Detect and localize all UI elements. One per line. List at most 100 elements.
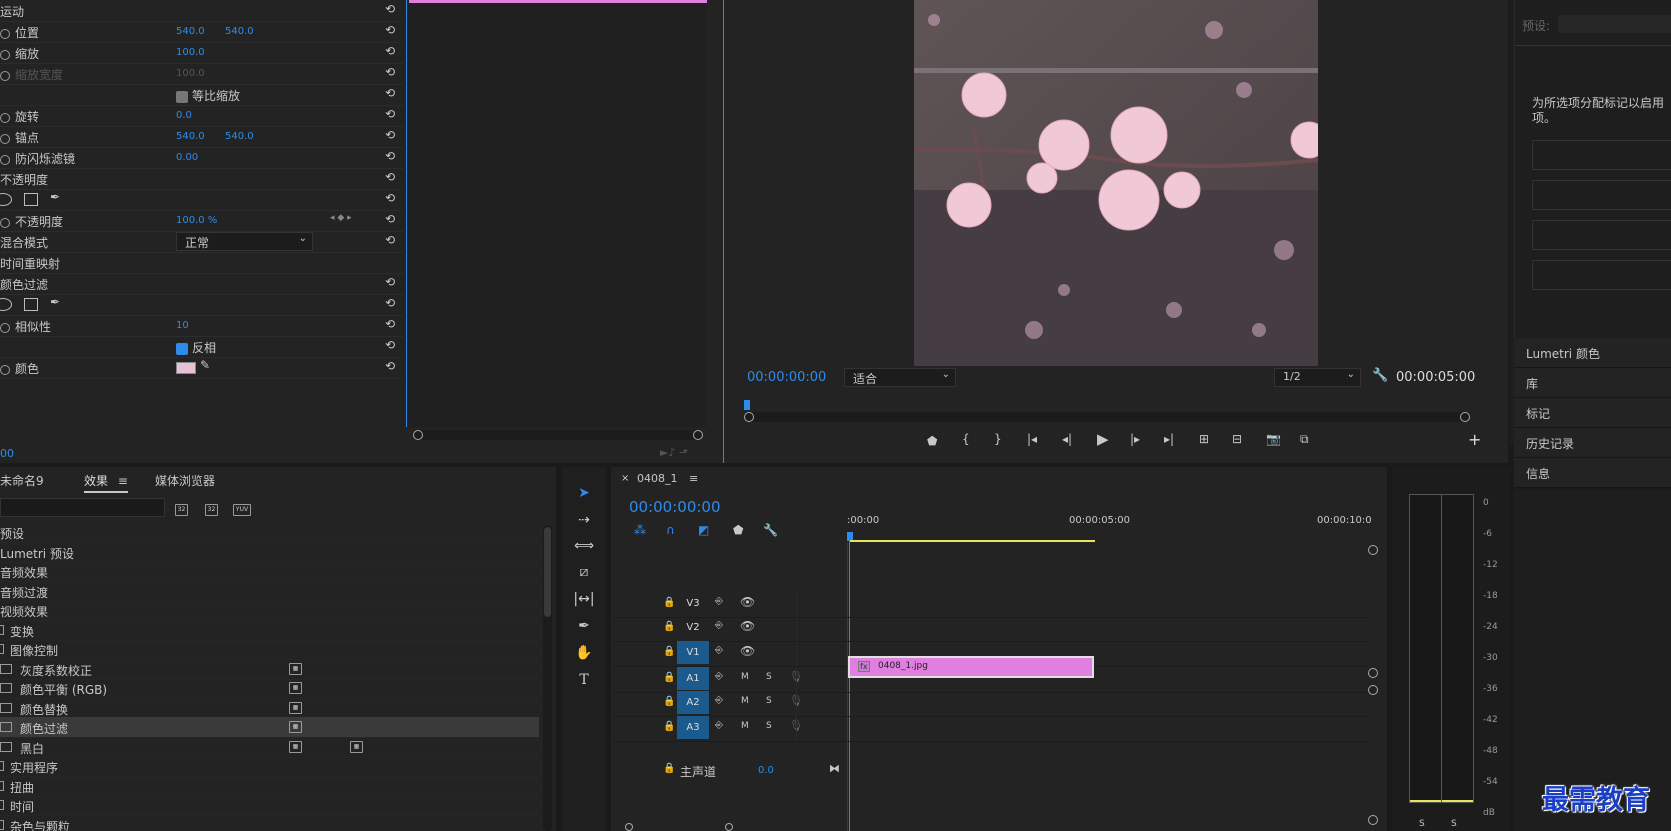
effect-list-item[interactable]: 颜色过滤 ▦ — [0, 717, 539, 738]
preset-field[interactable] — [1558, 15, 1671, 33]
sequence-tab[interactable]: 0408_1 ≡ — [637, 472, 698, 485]
effect-list-item[interactable]: 颜色替换 ▦ — [0, 698, 539, 719]
solo-button[interactable]: S — [766, 672, 772, 682]
ellipse-mask-icon[interactable] — [0, 298, 12, 311]
sync-lock-icon[interactable]: ⎆ — [715, 671, 723, 682]
lock-icon[interactable]: 🔒 — [663, 621, 675, 632]
tab-project[interactable]: 未命名9 — [0, 472, 44, 489]
ellipse-mask-icon[interactable] — [0, 193, 12, 206]
selection-tool-icon[interactable]: ➤ — [573, 485, 595, 505]
solo-left-button[interactable]: S — [1419, 819, 1425, 829]
effect-value-2[interactable]: 540.0 — [225, 131, 254, 142]
menu-icon[interactable]: ≡ — [689, 472, 698, 485]
go-to-in-button[interactable]: |◂ — [1027, 432, 1037, 446]
lock-icon[interactable]: 🔒 — [663, 672, 675, 683]
sync-lock-icon[interactable]: ⎆ — [715, 620, 723, 631]
slip-tool-icon[interactable]: |↔| — [573, 591, 595, 611]
mute-button[interactable]: M — [741, 672, 749, 682]
yuv-filter-badge[interactable]: YUV — [233, 500, 251, 516]
linked-selection-icon[interactable]: ◩ — [698, 523, 709, 537]
effect-value[interactable]: 0.0 — [176, 110, 192, 121]
track-target[interactable]: A3 — [677, 716, 709, 739]
eyedropper-icon[interactable]: ✎ — [200, 358, 210, 372]
step-back-button[interactable]: ◂| — [1062, 432, 1072, 446]
lock-icon[interactable]: 🔒 — [663, 721, 675, 732]
clip-0408_1[interactable]: fx 0408_1.jpg — [848, 656, 1094, 678]
wrench-icon[interactable]: 🔧 — [1372, 368, 1388, 383]
track-a3[interactable]: 🔒A3⎆MS🎙 — [613, 716, 1368, 742]
wrench-icon[interactable]: 🔧 — [763, 523, 778, 537]
work-area-bar[interactable] — [849, 540, 1095, 542]
reset-icon[interactable]: ⟲ — [385, 128, 400, 143]
effect-list-item[interactable]: 扭曲 — [0, 776, 539, 797]
effects-scrollbar[interactable] — [543, 525, 552, 831]
reset-icon[interactable]: ⟲ — [385, 191, 400, 206]
panel-info[interactable]: 信息 — [1514, 458, 1671, 488]
animation-toggle-icon[interactable] — [0, 154, 10, 165]
reset-icon[interactable]: ⟲ — [385, 44, 400, 59]
effect-list-item[interactable]: 灰度系数校正 ▦ — [0, 659, 539, 680]
solo-button[interactable]: S — [766, 696, 772, 706]
effect-list-item[interactable]: 时间 — [0, 795, 539, 816]
effect-list-item[interactable]: 黑白 ▦ ▦ — [0, 737, 539, 758]
color-swatch[interactable] — [176, 362, 196, 374]
effects-search-input[interactable] — [0, 498, 165, 517]
menu-icon[interactable]: ≡ — [118, 474, 128, 488]
lift-button[interactable]: ⊞ — [1199, 432, 1209, 446]
effect-list-item[interactable]: 杂色与颗粒 — [0, 815, 539, 831]
pen-mask-icon[interactable]: ✒ — [50, 190, 60, 204]
panel-markers[interactable]: 标记 — [1514, 398, 1671, 428]
sync-lock-icon[interactable]: ⎆ — [715, 695, 723, 706]
track-target[interactable]: V2 — [677, 616, 709, 639]
32bit-filter-badge[interactable]: 32 — [205, 500, 218, 516]
reset-icon[interactable]: ⟲ — [385, 359, 400, 374]
lock-icon[interactable]: 🔒 — [663, 763, 675, 774]
mark-out-button[interactable]: } — [994, 432, 1002, 446]
checkbox-icon[interactable] — [176, 342, 188, 355]
mark-in-button[interactable]: { — [962, 432, 970, 446]
timeline-ruler[interactable]: :00:00 00:00:05:00 00:00:10:0 — [847, 512, 1387, 542]
animation-toggle-icon[interactable] — [0, 217, 10, 228]
field-2[interactable] — [1532, 180, 1671, 210]
animation-toggle-icon[interactable] — [0, 49, 10, 60]
field-4[interactable] — [1532, 260, 1671, 290]
checkbox-option[interactable]: 等比缩放 — [176, 87, 240, 104]
pen-mask-icon[interactable]: ✒ — [50, 295, 60, 309]
effect-value[interactable]: 100.0 — [176, 68, 205, 79]
track-target[interactable]: V3 — [677, 592, 709, 615]
reset-icon[interactable]: ⟲ — [385, 2, 400, 17]
ripple-edit-tool-icon[interactable]: ⟺ — [573, 538, 595, 558]
field-3[interactable] — [1532, 220, 1671, 250]
animation-toggle-icon[interactable] — [0, 133, 10, 144]
animation-toggle-icon[interactable] — [0, 364, 10, 375]
panel-library[interactable]: 库 — [1514, 368, 1671, 398]
ec-play-icons[interactable]: ►♪ ⬏ — [660, 446, 688, 459]
reset-icon[interactable]: ⟲ — [385, 149, 400, 164]
effect-value-2[interactable]: 540.0 — [225, 26, 254, 37]
resolution-select[interactable]: 1/2 ⌄ — [1274, 368, 1361, 387]
play-button[interactable]: ▶ — [1097, 430, 1109, 448]
step-forward-button[interactable]: |▸ — [1130, 432, 1140, 446]
checkbox-icon[interactable] — [176, 90, 188, 103]
tab-effects[interactable]: 效果 ≡ — [84, 472, 128, 493]
rect-mask-icon[interactable] — [24, 193, 38, 206]
reset-icon[interactable]: ⟲ — [385, 212, 400, 227]
add-marker-button[interactable]: ⬟ — [927, 434, 937, 448]
lock-icon[interactable]: 🔒 — [663, 696, 675, 707]
add-button[interactable]: + — [1468, 430, 1481, 449]
close-icon[interactable]: × — [621, 473, 629, 484]
animation-toggle-icon[interactable] — [0, 322, 10, 333]
camera-icon[interactable]: 📷 — [1266, 432, 1281, 446]
reset-icon[interactable]: ⟲ — [385, 275, 400, 290]
program-timecode[interactable]: 00:00:00:00 — [747, 370, 826, 385]
effect-value[interactable]: 10 — [176, 320, 189, 331]
reset-icon[interactable]: ⟲ — [385, 317, 400, 332]
go-to-out-button[interactable]: ▸| — [1164, 432, 1174, 446]
animation-toggle-icon[interactable] — [0, 112, 10, 123]
track-a2[interactable]: 🔒A2⎆MS🎙 — [613, 691, 1368, 717]
extract-button[interactable]: ⊟ — [1232, 432, 1242, 446]
effect-list-item[interactable]: 实用程序 — [0, 756, 539, 777]
compare-button[interactable]: ⧉ — [1300, 432, 1309, 447]
animation-toggle-icon[interactable] — [0, 70, 10, 81]
animation-toggle-icon[interactable] — [0, 28, 10, 39]
